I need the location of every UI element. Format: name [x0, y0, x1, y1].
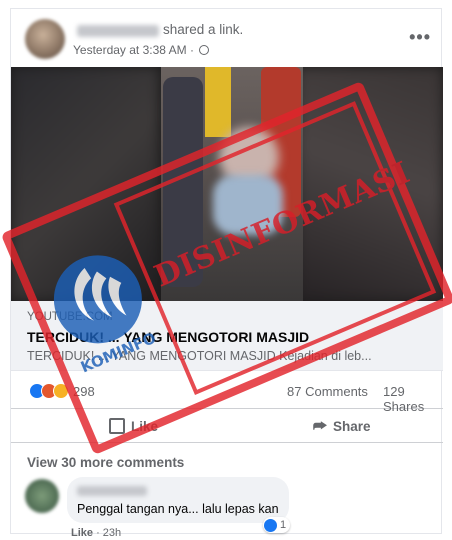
- bystander-figure: [205, 67, 231, 137]
- blurred-background-left: [11, 67, 159, 301]
- like-label: Like: [131, 418, 159, 434]
- reaction-bar: 298 87 Comments 129 Shares: [11, 371, 443, 414]
- commenter-name-redacted[interactable]: [77, 486, 147, 496]
- bystander-figure: [163, 77, 203, 287]
- share-arrow-icon: ⮫: [313, 417, 327, 435]
- video-thumbnail[interactable]: [11, 67, 443, 301]
- comment-like-link[interactable]: Like: [71, 527, 93, 539]
- link-preview[interactable]: YOUTUBE.COM TERCIDUK! ... YANG MENGOTORI…: [11, 301, 443, 371]
- blurred-background-right: [297, 67, 443, 301]
- comment-reaction-count: 1: [280, 519, 287, 531]
- more-icon[interactable]: •••: [409, 27, 431, 48]
- like-reaction-icon: [264, 518, 277, 532]
- link-domain: YOUTUBE.COM: [27, 311, 113, 323]
- comment-meta: Like · 23h: [71, 527, 121, 539]
- commenter-avatar[interactable]: [25, 479, 59, 513]
- comment-text: Penggal tangan nya... lalu lepas kan: [77, 502, 279, 516]
- reaction-count[interactable]: 298: [73, 384, 95, 399]
- post-meta: Yesterday at 3:38 AM ·: [73, 43, 210, 57]
- post-header: shared a link. Yesterday at 3:38 AM · ••…: [11, 9, 443, 67]
- video-frame: [161, 67, 303, 301]
- blurred-person: [213, 175, 283, 235]
- comment-reaction-badge[interactable]: 1: [263, 517, 291, 533]
- action-bar: Like ⮫ Share: [11, 409, 443, 443]
- post-action-text: shared a link.: [163, 22, 244, 37]
- author-name-redacted[interactable]: [77, 25, 159, 37]
- author-avatar[interactable]: [25, 19, 65, 59]
- comment-time[interactable]: · 23h: [93, 527, 121, 539]
- comment-bubble: Penggal tangan nya... lalu lepas kan: [67, 477, 289, 523]
- like-button[interactable]: Like: [109, 409, 158, 443]
- thumbs-up-icon: [109, 418, 125, 434]
- comment-count[interactable]: 87 Comments: [287, 384, 368, 399]
- post-timestamp[interactable]: Yesterday at 3:38 AM ·: [73, 43, 197, 57]
- share-button[interactable]: ⮫ Share: [313, 409, 371, 443]
- globe-icon: [199, 45, 210, 55]
- share-label: Share: [332, 418, 371, 434]
- view-more-comments[interactable]: View 30 more comments: [27, 455, 184, 470]
- link-description: TERCIDUK! ... YANG MENGOTORI MASJID Keja…: [27, 349, 372, 363]
- link-title: TERCIDUK! ... YANG MENGOTORI MASJID: [27, 329, 310, 345]
- post-card: shared a link. Yesterday at 3:38 AM · ••…: [10, 8, 443, 539]
- wow-reaction-icon: [53, 383, 69, 399]
